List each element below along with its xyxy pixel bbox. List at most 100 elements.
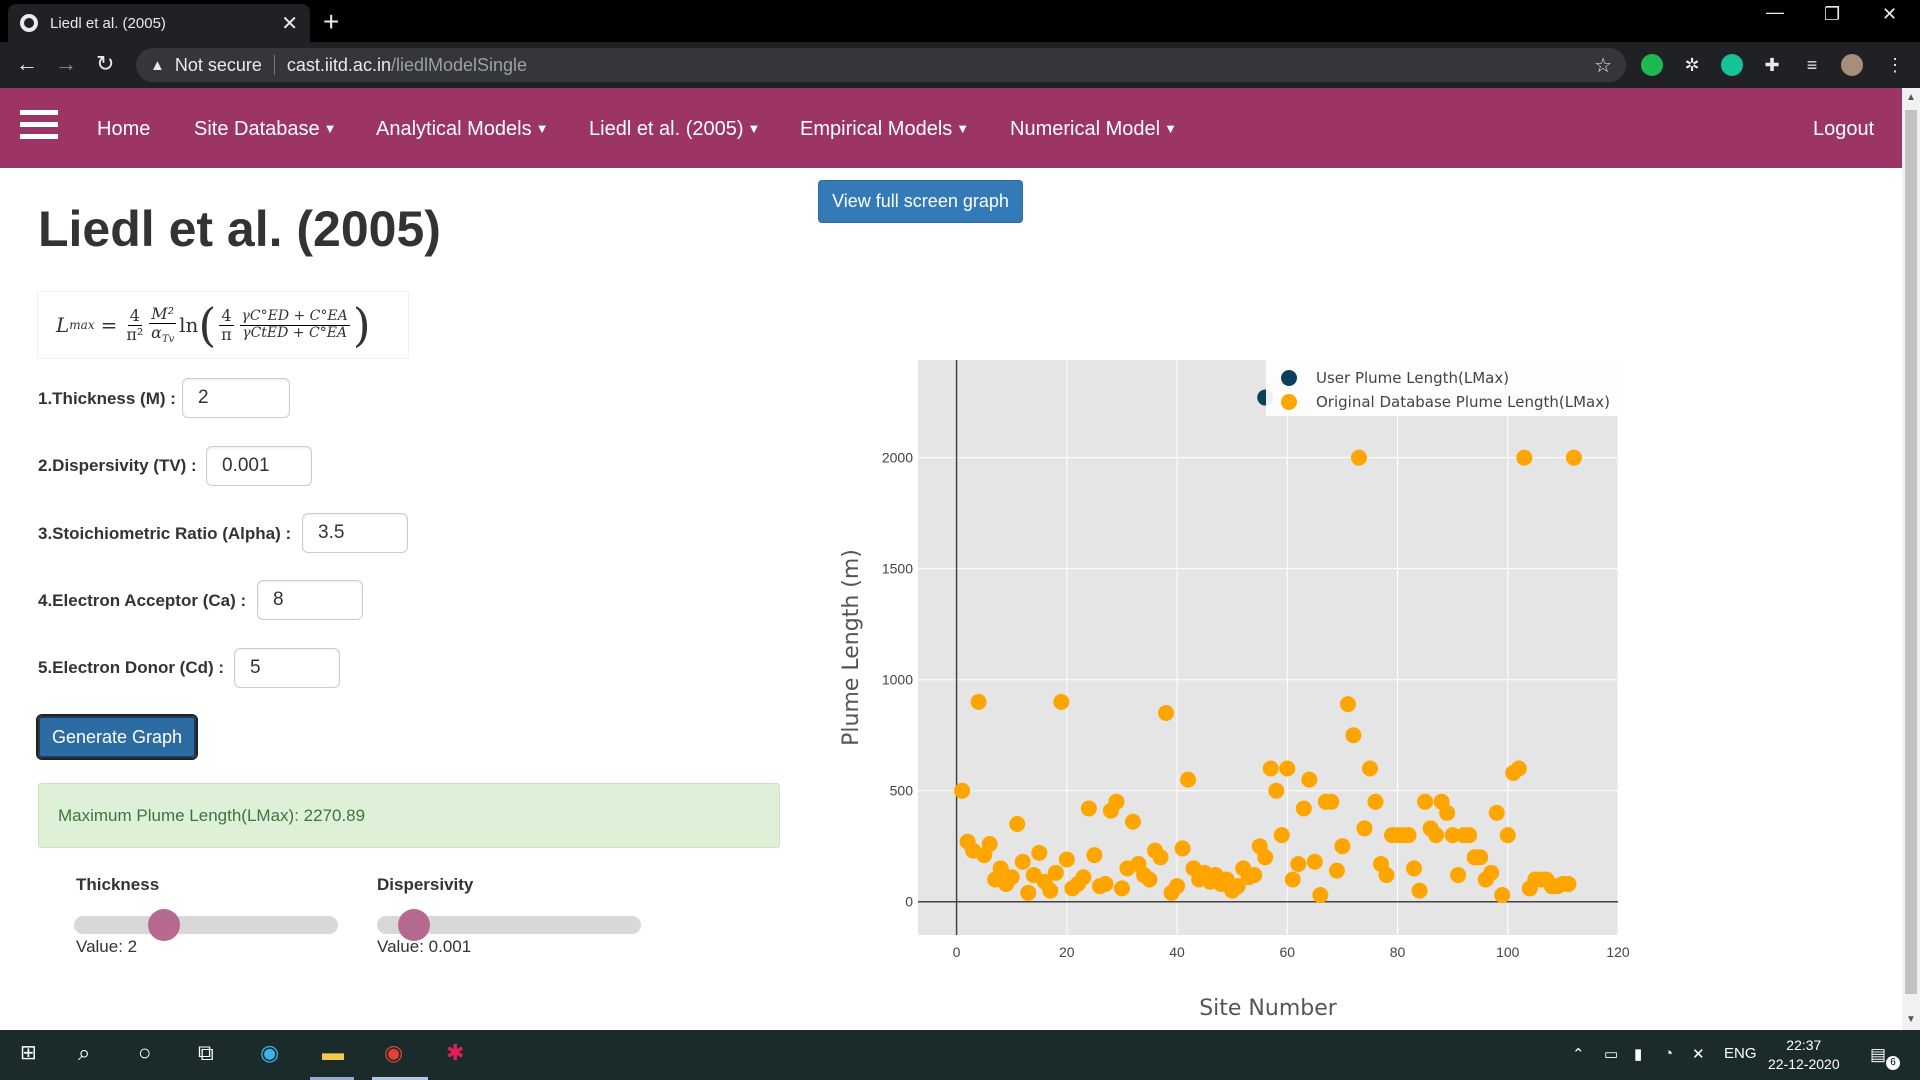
original-data-point[interactable] (1080, 800, 1097, 817)
slack-icon[interactable]: ✱ (446, 1040, 464, 1066)
tray-meet-icon[interactable]: ▭ (1604, 1045, 1618, 1063)
nav-logout[interactable]: Logout (1813, 118, 1874, 141)
original-data-point[interactable] (1417, 793, 1434, 810)
original-data-point[interactable] (1499, 827, 1516, 844)
original-data-point[interactable] (981, 835, 998, 852)
scatter-chart[interactable]: 0 20 40 60 80 100 120 0 500 1000 1500 2000 User Plum… (818, 235, 1718, 1030)
new-tab-icon[interactable]: + (323, 6, 339, 38)
original-data-point[interactable] (1268, 782, 1285, 799)
original-data-point[interactable] (970, 693, 987, 710)
original-data-point[interactable] (1472, 849, 1489, 866)
hamburger-menu-icon[interactable] (20, 110, 58, 140)
original-data-point[interactable] (1565, 449, 1582, 466)
address-bar[interactable]: ▲ Not secure cast.iitd.ac.in /liedlModel… (136, 48, 1626, 82)
original-data-point[interactable] (1014, 853, 1031, 870)
original-data-point[interactable] (1334, 838, 1351, 855)
original-data-point[interactable] (1108, 793, 1125, 810)
original-data-point[interactable] (1158, 704, 1175, 721)
nav-home[interactable]: Home (97, 118, 150, 141)
original-data-point[interactable] (1086, 847, 1103, 864)
original-data-point[interactable] (1053, 693, 1070, 710)
original-data-point[interactable] (1003, 869, 1020, 886)
warning-icon[interactable]: ▲ (150, 57, 165, 74)
extension-gear-icon[interactable]: ✲ (1681, 54, 1703, 76)
edge-icon[interactable]: ◉ (260, 1040, 279, 1066)
original-data-point[interactable] (1483, 864, 1500, 881)
original-data-point[interactable] (1516, 449, 1533, 466)
nav-numerical-model[interactable]: Numerical Model ▼ (1010, 118, 1177, 141)
original-data-point[interactable] (1169, 878, 1186, 895)
original-data-point[interactable] (1367, 793, 1384, 810)
browser-tab[interactable]: Liedl et al. (2005) ✕ (8, 4, 310, 42)
windows-start-icon[interactable]: ⊞ (20, 1040, 37, 1065)
back-icon[interactable]: ← (16, 51, 38, 77)
notification-icon[interactable]: ▤ (1870, 1045, 1886, 1065)
minimize-icon[interactable]: — (1766, 2, 1784, 23)
nav-analytical-models[interactable]: Analytical Models ▼ (376, 118, 549, 141)
bookmark-star-icon[interactable]: ☆ (1594, 53, 1612, 78)
chrome-icon[interactable]: ◉ (384, 1040, 403, 1066)
original-data-point[interactable] (1284, 871, 1301, 888)
original-data-point[interactable] (1075, 869, 1092, 886)
stoichiometric-ratio-input[interactable]: 3.5 (302, 513, 408, 553)
original-data-point[interactable] (1560, 875, 1577, 892)
reload-icon[interactable]: ↻ (96, 51, 114, 77)
original-data-point[interactable] (1323, 793, 1340, 810)
original-data-point[interactable] (1356, 820, 1373, 837)
original-data-point[interactable] (1339, 696, 1356, 713)
original-data-point[interactable] (1009, 815, 1026, 832)
scroll-down-icon[interactable]: ▼ (1906, 1014, 1916, 1025)
original-data-point[interactable] (1124, 813, 1141, 830)
media-control-icon[interactable]: ≡ (1801, 54, 1823, 76)
restore-icon[interactable]: ❐ (1824, 4, 1840, 25)
original-data-point[interactable] (1328, 862, 1345, 879)
profile-avatar[interactable] (1841, 54, 1863, 76)
original-data-point[interactable] (1058, 851, 1075, 868)
original-data-point[interactable] (1180, 771, 1197, 788)
original-data-point[interactable] (954, 782, 971, 799)
grammarly-icon[interactable] (1721, 54, 1743, 76)
security-label[interactable]: Not secure (175, 55, 262, 76)
extension-green-icon[interactable] (1641, 54, 1663, 76)
browser-menu-icon[interactable]: ⋮ (1884, 54, 1906, 76)
legend-original-label[interactable]: Original Database Plume Length(LMax) (1316, 393, 1610, 411)
view-full-screen-button[interactable]: View full screen graph (818, 180, 1023, 223)
original-data-point[interactable] (1174, 840, 1191, 857)
thickness-input[interactable]: 2 (182, 378, 290, 418)
original-data-point[interactable] (1439, 804, 1456, 821)
wifi-icon[interactable]: ◔ (1664, 1045, 1673, 1062)
original-data-point[interactable] (1361, 760, 1378, 777)
scroll-up-icon[interactable]: ▲ (1906, 92, 1916, 103)
volume-muted-icon[interactable]: ✕ (1692, 1045, 1705, 1063)
original-data-point[interactable] (1141, 871, 1158, 888)
nav-liedl[interactable]: Liedl et al. (2005) ▼ (589, 118, 760, 141)
original-data-point[interactable] (1279, 760, 1296, 777)
original-data-point[interactable] (1113, 880, 1130, 897)
nav-site-database[interactable]: Site Database ▼ (194, 118, 337, 141)
original-data-point[interactable] (1262, 760, 1279, 777)
original-data-point[interactable] (1273, 827, 1290, 844)
original-data-point[interactable] (1047, 864, 1064, 881)
original-data-point[interactable] (1295, 800, 1312, 817)
original-data-point[interactable] (1450, 867, 1467, 884)
original-data-point[interactable] (1345, 727, 1362, 744)
system-clock[interactable]: 22:37 22-12-2020 (1768, 1036, 1840, 1074)
cortana-icon[interactable]: ○ (138, 1040, 151, 1066)
page-scrollbar[interactable]: ▲ ▼ (1902, 88, 1920, 1030)
original-data-point[interactable] (1494, 887, 1511, 904)
original-data-point[interactable] (1301, 771, 1318, 788)
original-data-point[interactable] (1020, 884, 1037, 901)
thickness-slider-track[interactable] (74, 916, 338, 934)
original-data-point[interactable] (1306, 853, 1323, 870)
original-data-point[interactable] (1042, 882, 1059, 899)
tray-chevron-icon[interactable]: ⌃ (1572, 1045, 1585, 1063)
original-data-point[interactable] (1411, 882, 1428, 899)
close-window-icon[interactable]: ✕ (1882, 4, 1897, 25)
original-data-point[interactable] (1400, 827, 1417, 844)
generate-graph-button[interactable]: Generate Graph (36, 714, 198, 760)
extensions-puzzle-icon[interactable]: ✚ (1761, 54, 1783, 76)
electron-donor-input[interactable]: 5 (234, 648, 340, 688)
original-data-point[interactable] (1378, 867, 1395, 884)
legend-user-label[interactable]: User Plume Length(LMax) (1316, 369, 1509, 387)
tab-close-icon[interactable]: ✕ (281, 11, 298, 36)
